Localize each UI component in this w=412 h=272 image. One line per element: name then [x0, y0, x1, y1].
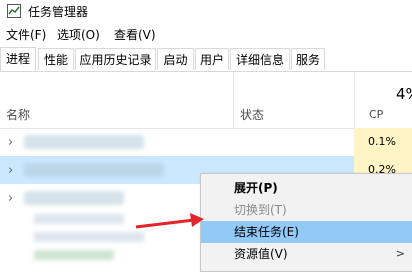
red-arrow-icon: [135, 213, 204, 229]
